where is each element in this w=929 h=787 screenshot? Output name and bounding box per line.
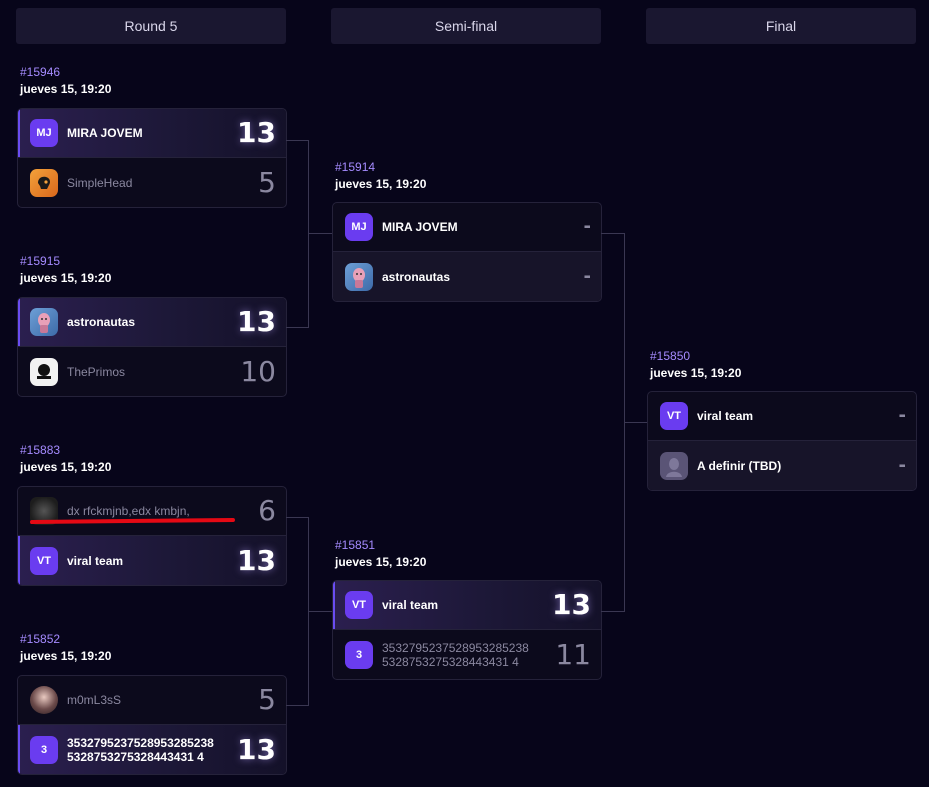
bracket-connector xyxy=(308,140,309,328)
bracket-connector xyxy=(286,517,308,518)
match-date: jueves 15, 19:20 xyxy=(335,555,427,569)
team-name: MIRA JOVEM xyxy=(67,126,143,140)
team-score: - xyxy=(898,454,906,476)
astronaut-avatar-icon xyxy=(30,308,58,336)
team-name-line: 3532795237528953285238 xyxy=(382,640,529,655)
team-row-winner[interactable]: 3 3532795237528953285238 532875327532844… xyxy=(18,725,286,774)
match-card[interactable]: VT viral team 13 3 353279523752895328523… xyxy=(332,580,602,680)
team-name-line: 5328753275328443431 4 xyxy=(382,654,519,669)
bracket-connector xyxy=(308,233,332,234)
team-avatar: 3 xyxy=(345,640,373,669)
team-score: 13 xyxy=(237,305,276,338)
team-row[interactable]: MJ MIRA JOVEM - xyxy=(333,203,601,252)
team-row-loser[interactable]: 3 3532795237528953285238 532875327532844… xyxy=(333,630,601,679)
team-row[interactable]: A definir (TBD) - xyxy=(648,441,916,490)
match-card[interactable]: dx rfckmjnb,edx kmbjn, 6 VT viral team 1… xyxy=(17,486,287,586)
team-score: 5 xyxy=(258,165,276,199)
player-photo-icon xyxy=(30,686,58,714)
team-avatar: 3 xyxy=(30,735,58,764)
team-name-line: 3532795237528953285238 xyxy=(67,735,214,750)
team-avatar: VT xyxy=(30,546,58,575)
match-date: jueves 15, 19:20 xyxy=(20,649,112,663)
match-card[interactable]: astronautas 13 ThePrimos 10 xyxy=(17,297,287,397)
team-name-line: 5328753275328443431 4 xyxy=(67,749,204,764)
team-score: 5 xyxy=(258,683,276,716)
round-header-round-5: Round 5 xyxy=(16,8,286,44)
team-row-loser[interactable]: m0mL3sS 5 xyxy=(18,676,286,725)
match-card[interactable]: MJ MIRA JOVEM - astronautas - xyxy=(332,202,602,302)
bracket-connector xyxy=(286,327,308,328)
bracket-connector xyxy=(308,611,332,612)
bracket-connector xyxy=(286,140,308,141)
team-name: viral team xyxy=(67,553,124,568)
match-id[interactable]: #15915 xyxy=(20,254,60,268)
team-row-loser[interactable]: dx rfckmjnb,edx kmbjn, 6 xyxy=(18,487,286,536)
match-id[interactable]: #15852 xyxy=(20,632,60,646)
match-card[interactable]: m0mL3sS 5 3 3532795237528953285238 53287… xyxy=(17,675,287,775)
match-date: jueves 15, 19:20 xyxy=(20,82,112,96)
bracket-connector xyxy=(624,422,647,423)
team-score: 13 xyxy=(237,543,276,577)
match-id[interactable]: #15883 xyxy=(20,443,60,457)
team-avatar: MJ xyxy=(345,213,373,241)
team-row-winner[interactable]: VT viral team 13 xyxy=(18,536,286,585)
team-name: SimpleHead xyxy=(67,175,133,190)
match-id[interactable]: #15946 xyxy=(20,65,60,79)
team-score: 13 xyxy=(552,588,591,621)
match-id[interactable]: #15850 xyxy=(650,349,690,363)
team-score: 6 xyxy=(258,494,276,527)
team-avatar: MJ xyxy=(30,119,58,147)
team-name: astronautas xyxy=(382,269,451,284)
team-name: dx rfckmjnb,edx kmbjn, xyxy=(67,504,190,518)
team-name: A definir (TBD) xyxy=(697,458,782,473)
team-name: ThePrimos xyxy=(67,364,126,379)
team-score: 13 xyxy=(237,116,276,149)
round-header-semi-final: Semi-final xyxy=(331,8,601,44)
bracket-connector xyxy=(601,611,624,612)
match-date: jueves 15, 19:20 xyxy=(20,460,112,474)
theprimos-logo-icon xyxy=(30,357,58,386)
team-score: 10 xyxy=(240,354,276,388)
bracket-connector xyxy=(601,233,624,234)
team-score: - xyxy=(583,265,591,287)
astronaut-avatar-icon xyxy=(345,262,373,291)
team-row-winner[interactable]: astronautas 13 xyxy=(18,298,286,347)
match-id[interactable]: #15914 xyxy=(335,160,375,174)
team-score: - xyxy=(898,405,906,426)
placeholder-user-icon xyxy=(660,451,688,480)
team-row[interactable]: astronautas - xyxy=(333,252,601,301)
team-name: viral team xyxy=(382,598,439,612)
match-date: jueves 15, 19:20 xyxy=(335,177,427,191)
team-name: 3532795237528953285238 53287532753284434… xyxy=(67,736,228,764)
team-score: - xyxy=(583,216,591,237)
team-name: 3532795237528953285238 53287532753284434… xyxy=(382,641,543,669)
team-score: 13 xyxy=(237,732,276,766)
team-row-loser[interactable]: SimpleHead 5 xyxy=(18,158,286,207)
team-name: astronautas xyxy=(67,315,136,329)
match-card[interactable]: MJ MIRA JOVEM 13 SimpleHead 5 xyxy=(17,108,287,208)
team-row-winner[interactable]: VT viral team 13 xyxy=(333,581,601,630)
simplehead-logo-icon xyxy=(30,168,58,197)
round-header-final: Final xyxy=(646,8,916,44)
team-name: MIRA JOVEM xyxy=(382,220,458,234)
team-avatar: VT xyxy=(660,402,688,430)
match-card[interactable]: VT viral team - A definir (TBD) - xyxy=(647,391,917,491)
match-date: jueves 15, 19:20 xyxy=(650,366,742,380)
team-avatar: VT xyxy=(345,591,373,619)
team-name: viral team xyxy=(697,409,754,423)
match-id[interactable]: #15851 xyxy=(335,538,375,552)
team-row-loser[interactable]: ThePrimos 10 xyxy=(18,347,286,396)
match-date: jueves 15, 19:20 xyxy=(20,271,112,285)
team-score: 11 xyxy=(555,637,591,671)
team-row[interactable]: VT viral team - xyxy=(648,392,916,441)
bracket-connector xyxy=(286,705,308,706)
team-row-winner[interactable]: MJ MIRA JOVEM 13 xyxy=(18,109,286,158)
team-name: m0mL3sS xyxy=(67,693,122,707)
